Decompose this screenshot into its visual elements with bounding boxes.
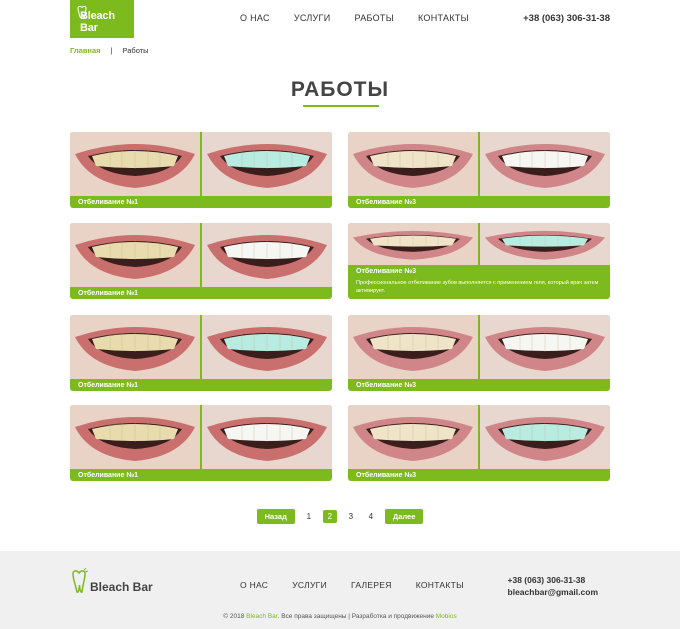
page-3[interactable]: 3 <box>345 512 357 521</box>
before-photo <box>348 223 478 265</box>
site-footer: Bleach Bar О НАС УСЛУГИ ГАЛЕРЕЯ КОНТАКТЫ… <box>0 551 680 629</box>
card-label: Отбеливание №1 <box>78 199 139 206</box>
work-card[interactable]: Отбеливание №3 Профессиональное отбеливан… <box>348 223 610 299</box>
page-4[interactable]: 4 <box>365 512 377 521</box>
breadcrumb-current: Работы <box>122 46 149 55</box>
card-label: Отбеливание №3 <box>356 382 417 389</box>
card-label: Отбеливание №3 <box>356 472 417 479</box>
footer-nav-about[interactable]: О НАС <box>240 580 268 590</box>
breadcrumb: Главная | Работы <box>70 46 149 55</box>
footer-nav-gallery[interactable]: ГАЛЕРЕЯ <box>351 580 392 590</box>
after-photo <box>480 223 610 265</box>
card-description: Профессиональное отбеливание зубов выпол… <box>356 280 599 294</box>
work-card[interactable]: Отбеливание №1 <box>70 223 332 299</box>
work-card[interactable]: Отбеливание №3 <box>348 405 610 481</box>
footer-logo-text: Bleach Bar <box>90 580 153 594</box>
after-photo <box>202 315 332 379</box>
footer-logo[interactable]: Bleach Bar <box>70 568 153 594</box>
after-photo <box>480 315 610 379</box>
footer-nav-contacts[interactable]: КОНТАКТЫ <box>416 580 464 590</box>
copyright: © 2018 Bleach Bar. Все права защищены | … <box>0 613 680 620</box>
page-title: РАБОТЫ <box>290 78 390 101</box>
after-photo <box>202 405 332 469</box>
before-photo <box>348 132 478 196</box>
before-photo <box>70 223 200 287</box>
pagination: Назад 1 2 3 4 Далее <box>0 509 680 524</box>
main-nav: О НАС УСЛУГИ РАБОТЫ КОНТАКТЫ <box>240 13 493 23</box>
card-label: Отбеливание №3 <box>356 199 417 206</box>
after-photo <box>480 405 610 469</box>
before-after-photos <box>348 405 610 469</box>
nav-about[interactable]: О НАС <box>240 13 270 23</box>
copyright-prefix: © 2018 <box>223 613 245 620</box>
tooth-icon <box>77 5 87 18</box>
logo[interactable]: Bleach Bar <box>70 0 134 38</box>
work-card[interactable]: Отбеливание №3 <box>348 132 610 208</box>
before-after-photos <box>348 315 610 379</box>
card-label: Отбеливание №1 <box>78 382 139 389</box>
nav-contacts[interactable]: КОНТАКТЫ <box>418 13 469 23</box>
before-after-photos <box>70 405 332 469</box>
before-after-photos <box>70 132 332 196</box>
before-photo <box>70 132 200 196</box>
after-photo <box>480 132 610 196</box>
after-photo <box>202 132 332 196</box>
next-page-button[interactable]: Далее <box>384 509 424 524</box>
breadcrumb-separator: | <box>110 46 113 55</box>
page-2-active[interactable]: 2 <box>322 510 337 523</box>
nav-works[interactable]: РАБОТЫ <box>355 13 394 23</box>
after-photo <box>202 223 332 287</box>
prev-page-button[interactable]: Назад <box>256 509 295 524</box>
before-after-photos <box>348 132 610 196</box>
footer-email[interactable]: bleachbar@gmail.com <box>508 586 598 598</box>
footer-phone[interactable]: +38 (063) 306-31-38 <box>508 574 598 586</box>
work-card[interactable]: Отбеливание №1 <box>70 315 332 391</box>
header-phone[interactable]: +38 (063) 306-31-38 <box>523 13 610 24</box>
copyright-brand[interactable]: Bleach Bar <box>246 613 277 620</box>
work-card[interactable]: Отбеливание №1 <box>70 132 332 208</box>
page-1[interactable]: 1 <box>303 512 315 521</box>
site-header: Bleach Bar О НАС УСЛУГИ РАБОТЫ КОНТАКТЫ … <box>0 0 680 40</box>
title-underline <box>303 105 379 107</box>
card-label: Отбеливание №3 <box>356 268 417 275</box>
before-photo <box>348 405 478 469</box>
copyright-text: . Все права защищены | Разработка и прод… <box>277 613 434 620</box>
footer-contacts: +38 (063) 306-31-38 bleachbar@gmail.com <box>508 574 598 598</box>
before-after-photos <box>70 223 332 287</box>
work-card[interactable]: Отбеливание №3 <box>348 315 610 391</box>
nav-services[interactable]: УСЛУГИ <box>294 13 331 23</box>
card-label: Отбеливание №1 <box>78 290 139 297</box>
before-photo <box>70 315 200 379</box>
work-card[interactable]: Отбеливание №1 <box>70 405 332 481</box>
footer-nav-services[interactable]: УСЛУГИ <box>292 580 327 590</box>
card-label: Отбеливание №1 <box>78 472 139 479</box>
breadcrumb-home[interactable]: Главная <box>70 46 101 55</box>
before-photo <box>348 315 478 379</box>
tooth-icon <box>72 568 88 593</box>
footer-nav: О НАС УСЛУГИ ГАЛЕРЕЯ КОНТАКТЫ <box>240 580 488 590</box>
copyright-developer[interactable]: Mobios <box>436 613 457 620</box>
before-after-photos <box>70 315 332 379</box>
before-after-photos <box>348 223 610 265</box>
before-photo <box>70 405 200 469</box>
